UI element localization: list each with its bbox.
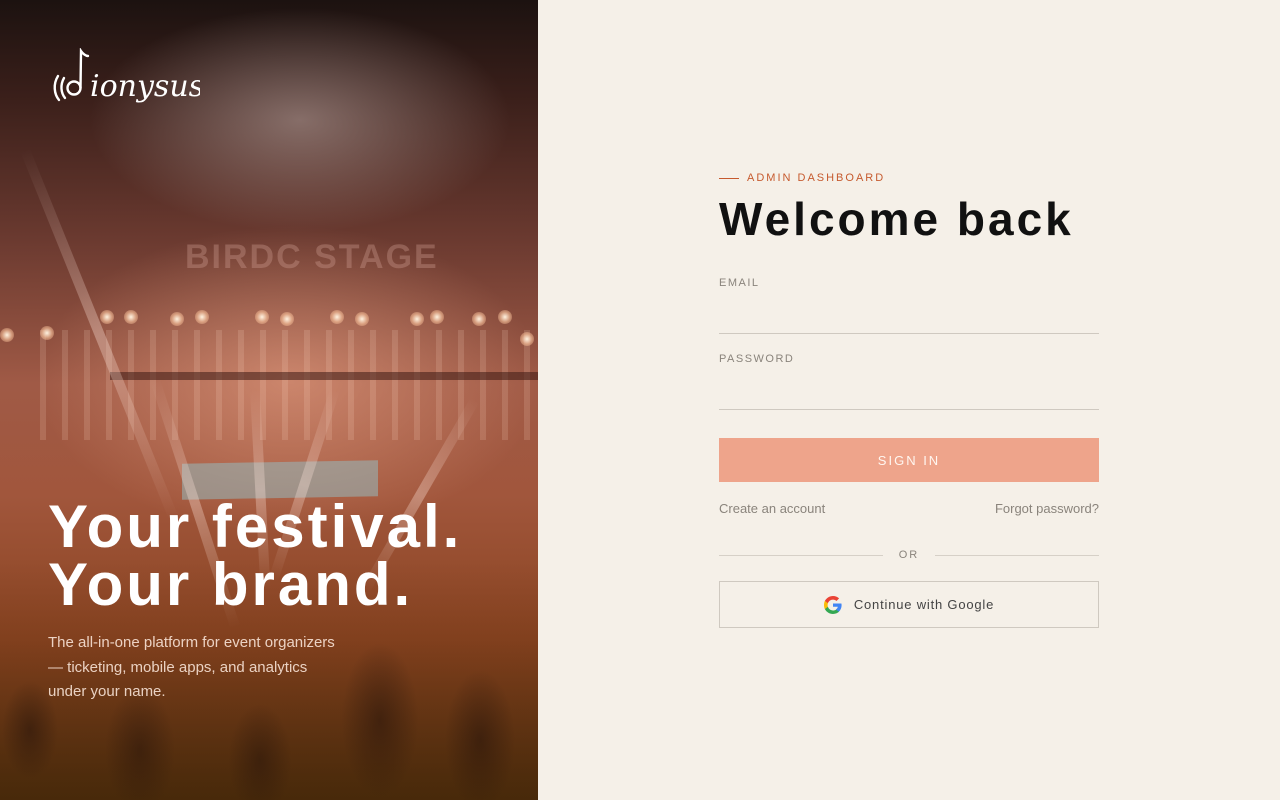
or-text: OR [898, 549, 920, 561]
create-account-link[interactable]: Create an account [719, 501, 825, 516]
password-field[interactable] [719, 372, 1099, 410]
password-field-wrap [719, 372, 1099, 410]
stage-light [255, 310, 269, 324]
sign-in-button[interactable]: SIGN IN [719, 438, 1099, 482]
page-title: Welcome back [719, 193, 1074, 245]
auth-links: Create an account Forgot password? [719, 501, 1099, 516]
section-eyebrow: ADMIN DASHBOARD [719, 170, 1099, 186]
stage-light [330, 310, 344, 324]
stage-light [355, 312, 369, 326]
stage-light [40, 326, 54, 340]
stage-light [410, 312, 424, 326]
google-g-icon [823, 595, 842, 614]
brand-wordmark: ionysus [90, 69, 200, 104]
stage-truss [110, 372, 538, 380]
stage-sign: BIRDC STAGE [185, 238, 439, 276]
hero-subtitle: The all-in-one platform for event organi… [48, 634, 335, 700]
email-field-wrap [719, 296, 1099, 334]
stage-light [0, 328, 14, 342]
google-sign-in-button[interactable]: Continue with Google [719, 581, 1099, 628]
google-button-label: Continue with Google [853, 597, 995, 612]
hero-panel: BIRDC STAGE ionysus Your festival. Your … [0, 0, 538, 800]
music-note-logo-icon [53, 48, 90, 102]
eyebrow-dash [719, 177, 739, 179]
email-field[interactable] [719, 296, 1099, 334]
stage-light [498, 310, 512, 324]
login-form: ADMIN DASHBOARD Welcome back EMAIL PASSW… [719, 170, 1099, 628]
stage-light [520, 332, 534, 346]
password-label: PASSWORD [719, 353, 795, 365]
stage-light [124, 310, 138, 324]
stage-light [100, 310, 114, 324]
hero-headline: Your festival. Your brand. [48, 493, 518, 618]
forgot-password-link[interactable]: Forgot password? [995, 501, 1099, 516]
stage-light [472, 312, 486, 326]
stage-light [170, 312, 184, 326]
hero-headline-line-1: Your festival. [48, 493, 463, 560]
stage-light [430, 310, 444, 324]
brand-logo: ionysus [53, 48, 200, 104]
divider-line [719, 554, 883, 556]
eyebrow-text: ADMIN DASHBOARD [747, 172, 886, 184]
stage-light [195, 310, 209, 324]
divider-line [935, 554, 1099, 556]
stage-light [280, 312, 294, 326]
hero-headline-line-2: Your brand. [48, 551, 414, 618]
email-label: EMAIL [719, 277, 760, 289]
or-divider: OR [719, 547, 1099, 563]
